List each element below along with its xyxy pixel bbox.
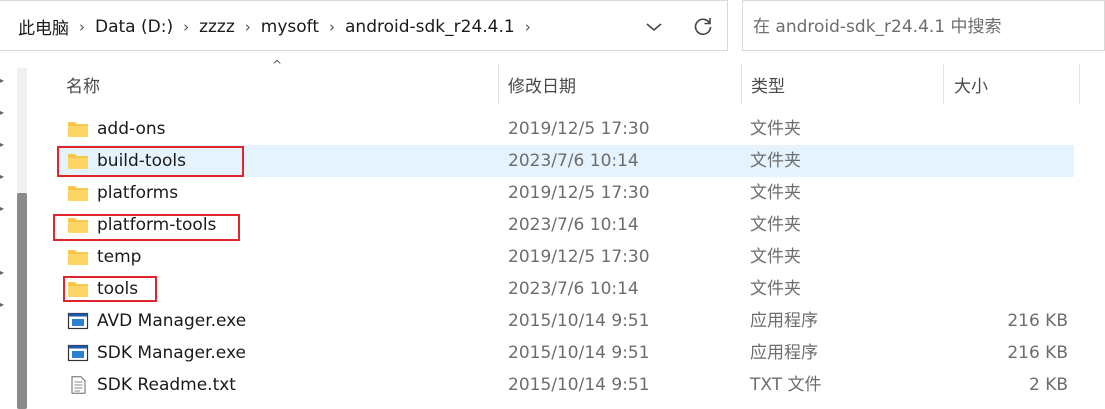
file-row-sdk-readme[interactable]: SDK Readme.txt 2015/10/14 9:51 TXT 文件 2 … — [58, 369, 1074, 401]
file-type: 文件夹 — [750, 183, 801, 203]
file-date: 2019/12/5 17:30 — [508, 183, 650, 203]
column-divider[interactable] — [498, 64, 499, 104]
file-type: 文件夹 — [750, 247, 801, 267]
file-date: 2015/10/14 9:51 — [508, 343, 650, 363]
column-header-type[interactable]: 类型 — [751, 64, 941, 104]
expand-arrow-icon[interactable]: ▸ — [0, 76, 8, 86]
file-type: TXT 文件 — [750, 375, 822, 395]
column-divider[interactable] — [943, 64, 944, 104]
column-header-size[interactable]: 大小 — [954, 64, 1074, 104]
file-name: AVD Manager.exe — [97, 311, 247, 331]
file-type: 应用程序 — [750, 311, 818, 331]
address-bar[interactable]: 此电脑 › Data (D:) › zzzz › mysoft › androi… — [0, 0, 728, 51]
file-name: tools — [97, 279, 139, 299]
file-type: 文件夹 — [750, 215, 801, 235]
chevron-right-icon[interactable]: › — [525, 18, 531, 36]
file-row-add-ons[interactable]: add-ons 2019/12/5 17:30 文件夹 — [58, 113, 1074, 145]
file-date: 2023/7/6 10:14 — [508, 279, 639, 299]
chevron-right-icon[interactable]: › — [79, 18, 85, 36]
file-size: 216 KB — [1007, 343, 1068, 363]
breadcrumb-zzzz[interactable]: zzzz — [199, 17, 235, 37]
file-name: build-tools — [97, 151, 186, 171]
file-row-temp[interactable]: temp 2019/12/5 17:30 文件夹 — [58, 241, 1074, 273]
file-name: SDK Readme.txt — [97, 375, 236, 395]
breadcrumb-android-sdk[interactable]: android-sdk_r24.4.1 — [345, 17, 515, 37]
expand-arrow-icon[interactable]: ▸ — [0, 140, 8, 150]
folder-icon — [68, 122, 88, 137]
search-input[interactable] — [751, 11, 1095, 43]
file-name: temp — [97, 247, 142, 267]
file-name: platform-tools — [97, 215, 217, 235]
expand-arrow-icon[interactable]: ▸ — [0, 268, 8, 278]
exe-icon — [67, 344, 89, 362]
file-date: 2023/7/6 10:14 — [508, 215, 639, 235]
file-date: 2019/12/5 17:30 — [508, 247, 650, 267]
expand-arrow-icon[interactable]: ▸ — [0, 108, 8, 118]
expand-arrow-icon[interactable]: ▸ — [0, 172, 8, 182]
file-type: 应用程序 — [750, 343, 818, 363]
column-header-date[interactable]: 修改日期 — [508, 64, 738, 104]
chevron-right-icon[interactable]: › — [329, 18, 335, 36]
chevron-right-icon[interactable]: › — [183, 18, 189, 36]
folder-icon — [68, 250, 88, 265]
file-date: 2019/12/5 17:30 — [508, 119, 650, 139]
file-row-platform-tools[interactable]: platform-tools 2023/7/6 10:14 文件夹 — [58, 209, 1074, 241]
folder-icon — [68, 282, 88, 297]
breadcrumb-mysoft[interactable]: mysoft — [261, 17, 319, 37]
refresh-icon — [694, 18, 712, 36]
folder-icon — [68, 186, 88, 201]
column-divider[interactable] — [741, 64, 742, 104]
folder-icon — [68, 154, 88, 169]
text-file-icon — [71, 376, 86, 394]
file-type: 文件夹 — [750, 119, 801, 139]
file-type: 文件夹 — [750, 279, 801, 299]
search-box[interactable] — [742, 0, 1105, 51]
expand-arrow-icon[interactable]: ▸ — [0, 204, 8, 214]
folder-icon — [68, 218, 88, 233]
file-name: add-ons — [97, 119, 166, 139]
file-row-avd-manager[interactable]: AVD Manager.exe 2015/10/14 9:51 应用程序 216… — [58, 305, 1074, 337]
file-type: 文件夹 — [750, 151, 801, 171]
expand-arrow-icon[interactable]: ▸ — [0, 300, 8, 310]
refresh-button[interactable] — [688, 11, 718, 41]
chevron-right-icon[interactable]: › — [245, 18, 251, 36]
address-history-dropdown[interactable] — [640, 13, 668, 41]
file-name: platforms — [97, 183, 179, 203]
breadcrumb: 此电脑 › Data (D:) › zzzz › mysoft › androi… — [0, 1, 541, 52]
file-size: 2 KB — [1028, 375, 1068, 395]
file-name: SDK Manager.exe — [97, 343, 246, 363]
file-date: 2015/10/14 9:51 — [508, 311, 650, 331]
file-date: 2023/7/6 10:14 — [508, 151, 639, 171]
file-row-sdk-manager[interactable]: SDK Manager.exe 2015/10/14 9:51 应用程序 216… — [58, 337, 1074, 369]
file-date: 2015/10/14 9:51 — [508, 375, 650, 395]
file-row-platforms[interactable]: platforms 2019/12/5 17:30 文件夹 — [58, 177, 1074, 209]
breadcrumb-this-pc[interactable]: 此电脑 — [18, 14, 69, 39]
exe-icon — [67, 312, 89, 330]
chevron-down-icon — [646, 23, 662, 32]
column-divider[interactable] — [1079, 64, 1080, 104]
file-row-tools[interactable]: tools 2023/7/6 10:14 文件夹 — [58, 273, 1074, 305]
breadcrumb-drive-d[interactable]: Data (D:) — [95, 17, 173, 37]
file-size: 216 KB — [1007, 311, 1068, 331]
nav-scrollbar-thumb[interactable] — [17, 193, 27, 409]
column-header-name[interactable]: 名称 — [66, 64, 496, 104]
file-row-build-tools[interactable]: build-tools 2023/7/6 10:14 文件夹 — [58, 145, 1074, 177]
